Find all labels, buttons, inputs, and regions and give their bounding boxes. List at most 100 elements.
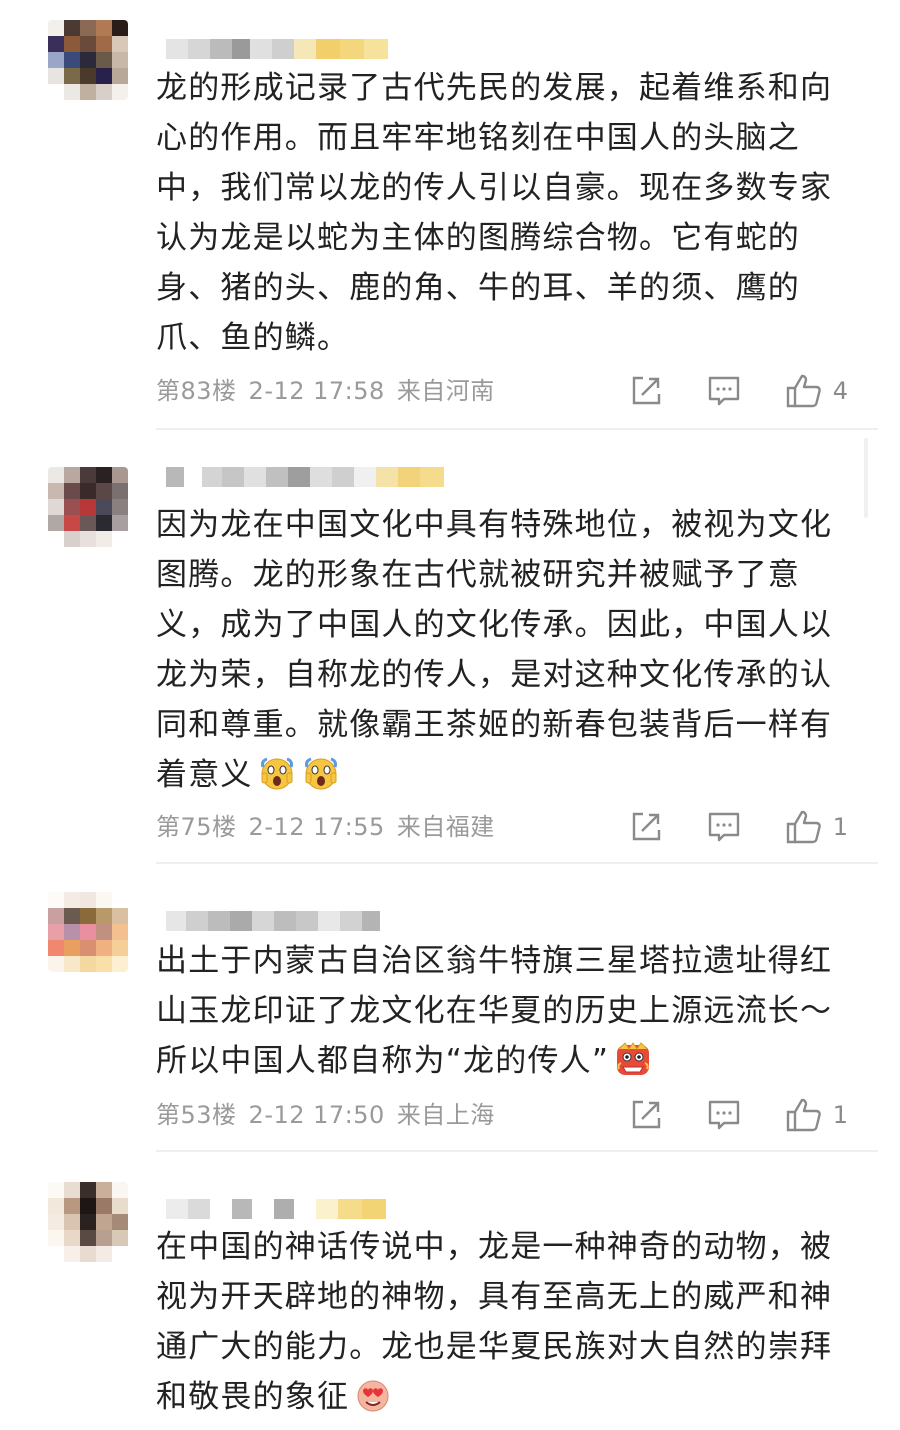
like-button[interactable]: 1	[785, 809, 848, 845]
comment-text-content: 出土于内蒙古自治区翁牛特旗三星塔拉遗址得红山玉龙印证了龙文化在华夏的历史上源远流…	[156, 943, 833, 1079]
avatar-pixel	[64, 531, 80, 547]
avatar-pixel	[48, 20, 64, 36]
divider	[156, 428, 878, 430]
comment-location: 来自上海	[396, 1101, 495, 1129]
like-button[interactable]: 4	[785, 373, 848, 409]
avatar-pixel	[48, 892, 64, 908]
like-count: 4	[832, 377, 848, 405]
avatar-pixel	[64, 52, 80, 68]
username-pixel	[166, 1199, 188, 1219]
username-pixel	[230, 911, 252, 931]
username-pixel	[252, 1199, 274, 1219]
username-pixel	[274, 911, 296, 931]
avatar-pixel	[96, 908, 112, 924]
avatar-pixel	[96, 940, 112, 956]
thumbs-up-icon	[786, 810, 821, 844]
username-pixelated[interactable]	[166, 38, 388, 60]
avatar-pixel	[64, 36, 80, 52]
reply-button[interactable]	[707, 1098, 741, 1132]
avatar-pixel	[80, 467, 96, 483]
avatar-pixel	[80, 52, 96, 68]
avatar-pixel	[80, 36, 96, 52]
avatar-pixel	[112, 1198, 128, 1214]
like-count: 1	[832, 813, 848, 841]
comment-text-content: 在中国的神话传说中，龙是一种神奇的动物，被视为开天辟地的神物，具有至高无上的威严…	[156, 1229, 833, 1415]
comment-icon	[708, 1100, 739, 1130]
avatar-pixel	[112, 1246, 128, 1262]
floor-number: 第75楼	[156, 813, 237, 841]
username-pixel	[340, 39, 364, 59]
avatar-pixel	[96, 68, 112, 84]
avatar[interactable]	[48, 892, 128, 972]
thumbs-up-icon	[786, 374, 821, 408]
avatar-pixel	[96, 1230, 112, 1246]
username-pixel	[250, 39, 272, 59]
share-icon	[632, 812, 660, 841]
floor-number: 第83楼	[156, 377, 237, 405]
avatar-pixel	[80, 20, 96, 36]
avatar-pixel	[64, 1198, 80, 1214]
avatar-pixel	[80, 499, 96, 515]
avatar-pixel	[48, 1214, 64, 1230]
comment-time: 2-12 17:50	[248, 1101, 385, 1129]
heart-eyes-emoji	[353, 1375, 393, 1415]
username-pixelated[interactable]	[166, 910, 380, 932]
avatar-pixel	[96, 1198, 112, 1214]
avatar-pixel	[80, 515, 96, 531]
comment-text: 因为龙在中国文化中具有特殊地位，被视为文化图腾。龙的形象在古代就被研究并被赋予了…	[156, 500, 856, 800]
avatar-pixel	[80, 956, 96, 972]
avatar-pixel	[112, 924, 128, 940]
avatar-pixel	[48, 531, 64, 547]
share-button[interactable]	[629, 810, 663, 844]
avatar-pixel	[48, 36, 64, 52]
username-pixel	[184, 467, 202, 487]
avatar-pixel	[48, 940, 64, 956]
username-pixel	[420, 467, 444, 487]
avatar-pixel	[64, 68, 80, 84]
avatar-pixel	[64, 20, 80, 36]
username-pixel	[362, 1199, 386, 1219]
reply-button[interactable]	[707, 374, 741, 408]
reply-button[interactable]	[707, 810, 741, 844]
avatar-pixel	[48, 1182, 64, 1198]
avatar-pixel	[64, 1246, 80, 1262]
username-pixel	[232, 1199, 252, 1219]
comment-actions: 4	[585, 371, 848, 411]
share-button[interactable]	[629, 374, 663, 408]
avatar-pixel	[112, 1182, 128, 1198]
like-button[interactable]: 1	[785, 1097, 848, 1133]
username-pixel	[202, 467, 222, 487]
comment-actions: 1	[585, 807, 848, 847]
avatar[interactable]	[48, 20, 128, 100]
share-button[interactable]	[629, 1098, 663, 1132]
avatar-pixel	[80, 1198, 96, 1214]
comment-time: 2-12 17:55	[248, 813, 385, 841]
avatar-pixel	[48, 1246, 64, 1262]
username-pixel	[294, 1199, 316, 1219]
floor-number: 第53楼	[156, 1101, 237, 1129]
comment-text: 在中国的神话传说中，龙是一种神奇的动物，被视为开天辟地的神物，具有至高无上的威严…	[156, 1222, 856, 1422]
username-pixelated[interactable]	[166, 466, 444, 488]
scrollbar[interactable]	[864, 438, 868, 518]
lion-dance-emoji	[613, 1039, 653, 1079]
avatar-pixel	[96, 1246, 112, 1262]
avatar-pixel	[48, 467, 64, 483]
avatar-pixel	[96, 1214, 112, 1230]
username-pixel	[188, 39, 210, 59]
comment-location: 来自福建	[396, 813, 495, 841]
avatar[interactable]	[48, 467, 128, 547]
avatar-pixel	[80, 1246, 96, 1262]
avatar-pixel	[48, 1230, 64, 1246]
username-pixel	[232, 39, 250, 59]
comment-meta: 第75楼 2-12 17:55 来自福建	[156, 810, 507, 844]
avatar-pixel	[80, 483, 96, 499]
avatar[interactable]	[48, 1182, 128, 1262]
avatar-pixel	[112, 531, 128, 547]
username-pixel	[252, 911, 274, 931]
thumbs-up-icon	[786, 1098, 821, 1132]
avatar-pixel	[48, 515, 64, 531]
avatar-pixel	[112, 908, 128, 924]
username-pixelated[interactable]	[166, 1198, 386, 1220]
avatar-pixel	[64, 467, 80, 483]
comment-meta: 第53楼 2-12 17:50 来自上海	[156, 1098, 507, 1132]
